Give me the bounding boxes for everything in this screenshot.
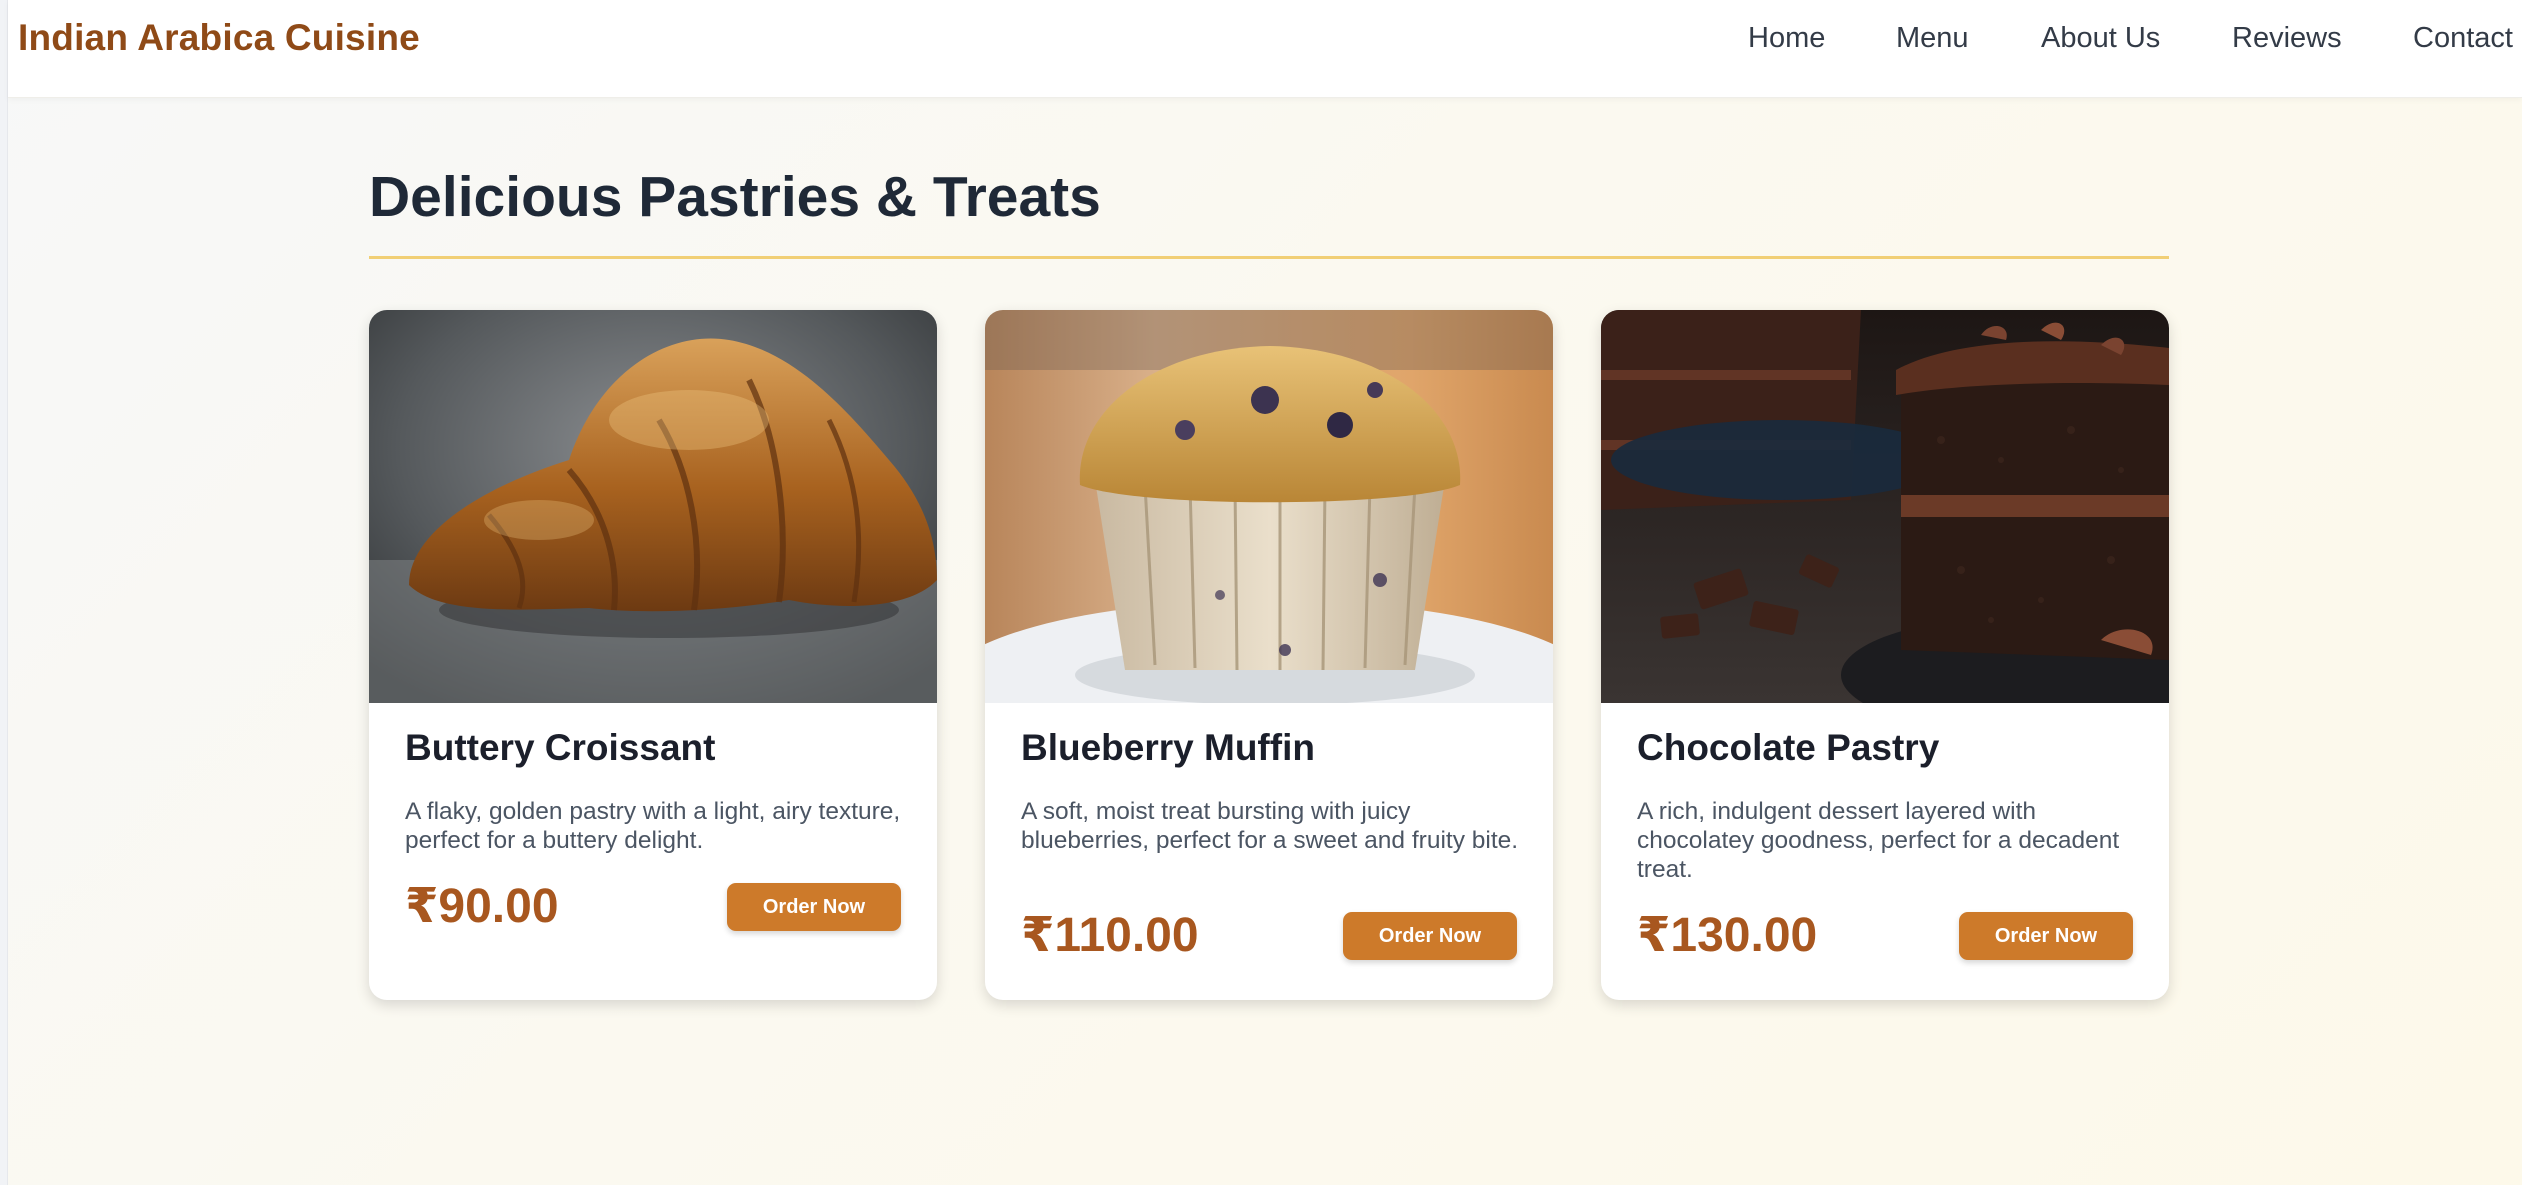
- nav-link-contact[interactable]: Contact: [2413, 22, 2513, 55]
- nav-link-menu[interactable]: Menu: [1896, 22, 1969, 55]
- chocolate-cake-image: [1601, 310, 2169, 703]
- product-name: Blueberry Muffin: [1021, 727, 1315, 768]
- window-left-edge: [0, 0, 8, 1185]
- product-description: A flaky, golden pastry with a light, air…: [405, 798, 901, 854]
- product-card-blueberry-muffin: Blueberry Muffin A soft, moist treat bur…: [985, 310, 1553, 1000]
- order-now-button[interactable]: Order Now: [1959, 912, 2133, 960]
- product-price: ₹130.00: [1637, 909, 1818, 962]
- product-card-chocolate-pastry: Chocolate Pastry A rich, indulgent desse…: [1601, 310, 2169, 1000]
- blueberry-muffin-image: [985, 310, 1553, 703]
- product-description: A soft, moist treat bursting with juicy …: [1021, 798, 1519, 854]
- nav-link-reviews[interactable]: Reviews: [2232, 22, 2342, 55]
- product-card-croissant: Buttery Croissant A flaky, golden pastry…: [369, 310, 937, 1000]
- section-divider: [369, 256, 2169, 259]
- product-name: Chocolate Pastry: [1637, 727, 1940, 768]
- order-now-button[interactable]: Order Now: [727, 883, 901, 931]
- brand-logo-text[interactable]: Indian Arabica Cuisine: [18, 17, 420, 59]
- product-price: ₹90.00: [405, 880, 559, 933]
- nav-link-about-us[interactable]: About Us: [2041, 22, 2160, 55]
- top-navbar: Indian Arabica Cuisine Home Menu About U…: [8, 0, 2522, 98]
- product-description: A rich, indulgent dessert layered with c…: [1637, 798, 2120, 883]
- nav-link-home[interactable]: Home: [1748, 22, 1825, 55]
- product-price: ₹110.00: [1021, 909, 1199, 962]
- section-title: Delicious Pastries & Treats: [369, 165, 1101, 229]
- order-now-button[interactable]: Order Now: [1343, 912, 1517, 960]
- croissant-image: [369, 310, 937, 703]
- product-name: Buttery Croissant: [405, 727, 716, 768]
